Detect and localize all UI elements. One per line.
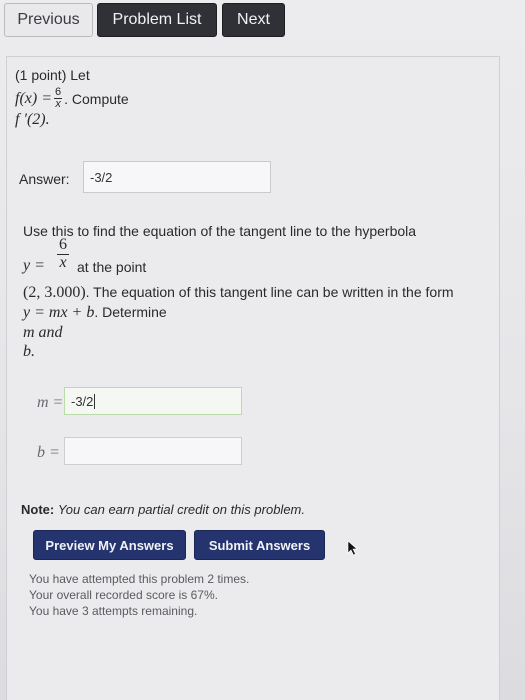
derivative-expression: f ′(2).	[15, 111, 50, 128]
function-definition: f(x) = 6 x . Compute	[15, 87, 129, 110]
point-line: (2, 3.000) . The equation of this tangen…	[23, 284, 454, 302]
function-denominator: x	[55, 98, 61, 110]
attempts-status: You have attempted this problem 2 times.	[29, 572, 250, 586]
line-form-equation: y = mx + b	[23, 304, 95, 321]
tangent-form-text: . The equation of this tangent line can …	[85, 284, 454, 300]
b-label-text: b.	[23, 343, 35, 360]
note-label: Note:	[21, 502, 55, 517]
function-lhs: f(x) =	[15, 89, 52, 107]
b-input[interactable]	[64, 437, 242, 465]
m-input-value: -3/2	[71, 393, 94, 409]
note-text: You can earn partial credit on this prob…	[57, 502, 305, 517]
next-button[interactable]: Next	[222, 3, 285, 37]
tangent-point: (2, 3.000)	[23, 284, 86, 301]
b-label: b =	[37, 444, 60, 461]
submit-answers-button[interactable]: Submit Answers	[194, 530, 325, 560]
answer-input[interactable]: -3/2	[83, 161, 271, 193]
hyperbola-denominator: x	[59, 254, 67, 271]
answer-label: Answer:	[19, 171, 70, 187]
tangent-instructions: Use this to find the equation of the tan…	[23, 223, 417, 239]
preview-answers-button[interactable]: Preview My Answers	[33, 530, 186, 560]
note-line: Note: You can earn partial credit on thi…	[21, 502, 305, 517]
problem-points-label: (1 point) Let	[15, 67, 90, 83]
compute-label: . Compute	[64, 90, 129, 107]
remaining-status: You have 3 attempts remaining.	[29, 604, 198, 618]
problem-panel: (1 point) Let f(x) = 6 x . Compute f ′(2…	[6, 56, 500, 700]
score-status: Your overall recorded score is 67%.	[29, 588, 218, 602]
form-line: y = mx + b . Determine	[23, 304, 167, 322]
navigation-bar: Previous Problem List Next	[0, 0, 525, 44]
hyperbola-numerator: 6	[59, 236, 67, 253]
m-and-label: m and	[23, 324, 63, 342]
problem-list-button[interactable]: Problem List	[97, 3, 217, 37]
determine-label: . Determine	[94, 304, 167, 320]
previous-button[interactable]: Previous	[4, 3, 93, 37]
m-label: m =	[37, 394, 64, 411]
at-point-label: at the point	[77, 259, 147, 275]
hyperbola-lhs: y =	[23, 257, 45, 274]
hyperbola-fraction: 6 x	[57, 236, 69, 271]
function-fraction: 6 x	[54, 87, 63, 110]
m-and-text: m and	[23, 324, 63, 341]
m-input[interactable]: -3/2	[64, 387, 242, 415]
text-cursor	[94, 393, 96, 409]
mouse-pointer-icon	[347, 540, 358, 556]
